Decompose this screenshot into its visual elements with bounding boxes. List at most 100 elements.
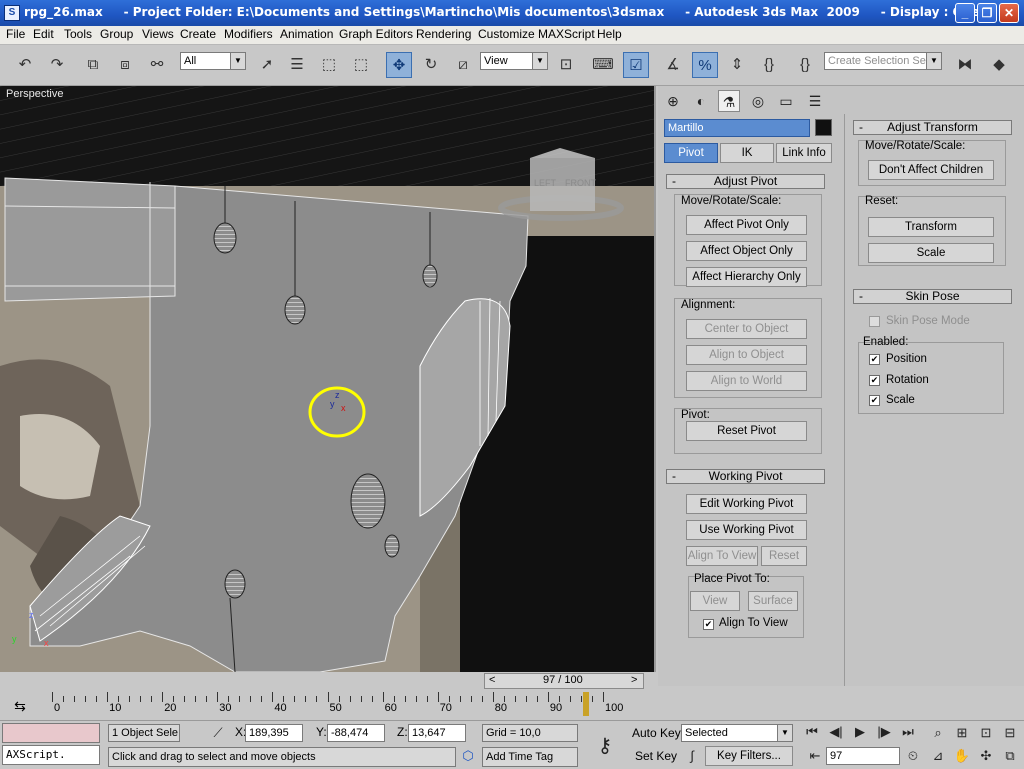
time-slider[interactable]: < 97 / 100 >: [0, 672, 656, 690]
x-coord-field[interactable]: 189,395: [245, 724, 303, 742]
select-by-name-icon[interactable]: ☰: [284, 52, 310, 78]
orbit-icon[interactable]: ✣: [976, 748, 996, 764]
snaps-toggle-icon[interactable]: ☑: [623, 52, 649, 78]
menu-create[interactable]: Create: [180, 27, 216, 41]
place-pivot-view-button[interactable]: View: [690, 591, 740, 611]
tab-pivot[interactable]: Pivot: [664, 143, 718, 163]
time-tag-icon[interactable]: ⬡: [458, 748, 478, 764]
create-tab-icon[interactable]: ⊕: [662, 90, 684, 112]
key-mode-toggle-icon[interactable]: ⇤: [806, 748, 824, 764]
time-slider-next[interactable]: >: [631, 674, 637, 686]
motion-tab-icon[interactable]: ◎: [747, 90, 769, 112]
menu-edit[interactable]: Edit: [33, 27, 54, 41]
field-of-view-icon[interactable]: ⊿: [928, 748, 948, 764]
reset-transform-button[interactable]: Transform: [868, 217, 994, 237]
reference-coordinate-dropdown[interactable]: View ▼: [480, 52, 548, 70]
edit-named-selection-sets-icon[interactable]: {}: [792, 52, 818, 78]
select-and-move-icon[interactable]: ✥: [386, 52, 412, 78]
time-slider-prev[interactable]: <: [489, 674, 495, 686]
maxscript-mini-listener[interactable]: AXScript.: [2, 745, 100, 765]
next-frame-icon[interactable]: |▶: [874, 724, 894, 740]
play-icon[interactable]: ▶: [850, 724, 870, 740]
edit-working-pivot-button[interactable]: Edit Working Pivot: [686, 494, 807, 514]
hierarchy-tab-icon[interactable]: ⚗: [718, 90, 740, 112]
window-crossing-icon[interactable]: ⬚: [348, 52, 374, 78]
zoom-all-icon[interactable]: ⊞: [952, 725, 972, 741]
select-object-icon[interactable]: ➚: [254, 52, 280, 78]
selection-filter-dropdown[interactable]: All ▼: [180, 52, 246, 70]
zoom-extents-icon[interactable]: ⊡: [976, 725, 996, 741]
edit-named-selection-icon[interactable]: {}: [756, 52, 782, 78]
go-to-end-icon[interactable]: ⏭: [898, 724, 918, 740]
menu-modifiers[interactable]: Modifiers: [224, 27, 273, 41]
redo-icon[interactable]: ↷: [44, 52, 70, 78]
dont-affect-children-button[interactable]: Don't Affect Children: [868, 160, 994, 180]
close-button[interactable]: ✕: [999, 3, 1019, 23]
center-to-object-button[interactable]: Center to Object: [686, 319, 807, 339]
select-and-scale-icon[interactable]: ⧄: [450, 52, 476, 78]
tab-link-info[interactable]: Link Info: [776, 143, 832, 163]
zoom-icon[interactable]: ⌕: [928, 725, 948, 741]
track-bar[interactable]: ⇆ 0 10 20 30 40 50 60 70 80 90 100: [0, 692, 656, 720]
tab-ik[interactable]: IK: [720, 143, 774, 163]
modify-tab-icon[interactable]: ◐: [690, 90, 712, 112]
use-pivot-center-icon[interactable]: ⊡: [553, 52, 579, 78]
place-pivot-surface-button[interactable]: Surface: [748, 591, 798, 611]
menu-customize[interactable]: Customize: [478, 27, 535, 41]
zoom-extents-all-icon[interactable]: ⊟: [1000, 725, 1020, 741]
display-tab-icon[interactable]: ▭: [775, 90, 797, 112]
selection-lock-icon[interactable]: ⟋: [208, 725, 228, 741]
affect-object-only-button[interactable]: Affect Object Only: [686, 241, 807, 261]
menu-tools[interactable]: Tools: [64, 27, 92, 41]
viewport-label[interactable]: Perspective: [6, 88, 63, 100]
previous-frame-icon[interactable]: ◀|: [826, 724, 846, 740]
select-and-link-icon[interactable]: ⧉: [80, 52, 106, 78]
mirror-icon[interactable]: ⧓: [952, 52, 978, 78]
skin-pose-mode-checkbox[interactable]: [869, 316, 880, 327]
default-in-out-tangents-icon[interactable]: ∫: [683, 748, 701, 763]
affect-hierarchy-only-button[interactable]: Affect Hierarchy Only: [686, 267, 807, 287]
go-to-start-icon[interactable]: ⏮: [802, 724, 822, 740]
perspective-viewport[interactable]: Perspective LEFT FRONT y x z y z x: [0, 86, 656, 672]
key-mode-dropdown[interactable]: Selected ▼: [681, 724, 793, 742]
time-slider-thumb[interactable]: < 97 / 100 >: [484, 673, 644, 689]
object-name-field[interactable]: Martillo: [664, 119, 810, 137]
unlink-selection-icon[interactable]: ⧈: [112, 52, 138, 78]
current-frame-marker[interactable]: [583, 692, 590, 716]
align-icon[interactable]: ◆: [986, 52, 1012, 78]
use-working-pivot-button[interactable]: Use Working Pivot: [686, 520, 807, 540]
menu-animation[interactable]: Animation: [280, 27, 333, 41]
utilities-tab-icon[interactable]: ☰: [804, 90, 826, 112]
key-icon[interactable]: ⚷: [590, 733, 620, 758]
menu-rendering[interactable]: Rendering: [416, 27, 471, 41]
minimize-button[interactable]: _: [955, 3, 975, 23]
align-to-view-button[interactable]: Align To View: [686, 546, 758, 566]
adjust-transform-rollout-header[interactable]: - Adjust Transform: [853, 120, 1012, 135]
time-configuration-icon[interactable]: ⏲: [904, 748, 922, 764]
select-and-rotate-icon[interactable]: ↻: [418, 52, 444, 78]
align-to-world-button[interactable]: Align to World: [686, 371, 807, 391]
align-to-object-button[interactable]: Align to Object: [686, 345, 807, 365]
maximize-viewport-icon[interactable]: ⧉: [1000, 748, 1020, 764]
z-coord-field[interactable]: 13,647: [408, 724, 466, 742]
menu-help[interactable]: Help: [597, 27, 622, 41]
affect-pivot-only-button[interactable]: Affect Pivot Only: [686, 215, 807, 235]
keyboard-shortcut-override-icon[interactable]: ⌨: [590, 52, 616, 78]
rotation-checkbox[interactable]: ✔: [869, 375, 880, 386]
menu-maxscript[interactable]: MAXScript: [538, 27, 595, 41]
menu-views[interactable]: Views: [142, 27, 174, 41]
object-color-swatch[interactable]: [815, 119, 832, 136]
reset-pivot-button[interactable]: Reset Pivot: [686, 421, 807, 441]
current-frame-field[interactable]: 97: [826, 747, 900, 765]
percent-snap-toggle-icon[interactable]: %: [692, 52, 718, 78]
menu-file[interactable]: File: [6, 27, 25, 41]
rectangular-selection-icon[interactable]: ⬚: [316, 52, 342, 78]
working-pivot-rollout-header[interactable]: - Working Pivot: [666, 469, 825, 484]
menu-group[interactable]: Group: [100, 27, 133, 41]
scale-checkbox[interactable]: ✔: [869, 395, 880, 406]
angle-snap-toggle-icon[interactable]: ∡: [660, 52, 686, 78]
maximize-button[interactable]: ❐: [977, 3, 997, 23]
skin-pose-rollout-header[interactable]: - Skin Pose: [853, 289, 1012, 304]
set-key-button[interactable]: Set Key: [635, 749, 677, 763]
key-filters-button[interactable]: Key Filters...: [705, 746, 793, 766]
